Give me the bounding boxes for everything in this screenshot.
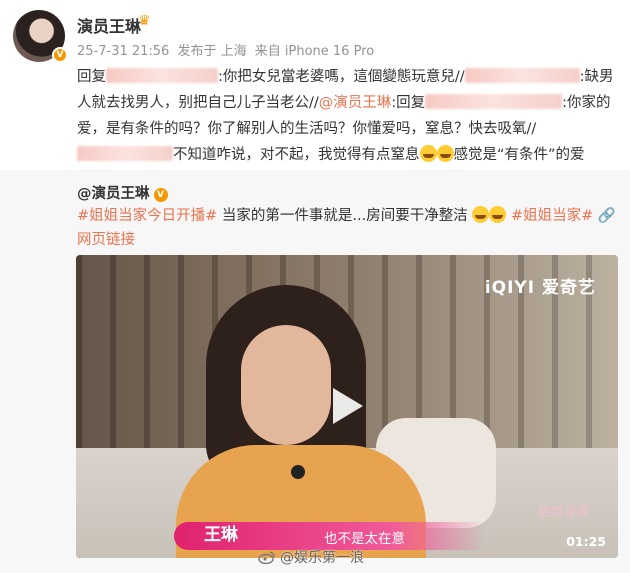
author-name[interactable]: 演员王琳 <box>77 13 141 37</box>
repost-text: #姐姐当家今日开播# 当家的第一件事就是...房间要干净整洁 #姐姐当家# 🔗网… <box>77 204 622 252</box>
video-mic <box>291 465 305 479</box>
post-text-6: 感觉是“有条件”的爱 <box>453 147 585 163</box>
post-date[interactable]: 25-7-31 21:56 <box>77 44 169 59</box>
link-icon: 🔗 <box>597 208 616 224</box>
laugh-cry-emoji-icon <box>419 145 437 162</box>
repost-author[interactable]: @演员王琳 V <box>77 182 168 203</box>
verified-badge-icon: V <box>52 47 68 63</box>
post-body: 回复:你把女兒當老婆嗎，這個變態玩意兒//:缺男人就去找男人，别把自己儿子当老公… <box>77 64 617 168</box>
post-meta: 25-7-31 21:56 发布于 上海 来自 iPhone 16 Pro <box>77 40 378 59</box>
redacted-mention <box>425 94 563 109</box>
verified-icon: V <box>153 188 168 202</box>
video-person-face <box>241 325 331 445</box>
weibo-icon <box>258 551 275 564</box>
post-device: 来自 iPhone 16 Pro <box>254 44 375 59</box>
redacted-mention <box>464 68 580 83</box>
laugh-cry-emoji-icon <box>472 206 490 223</box>
show-logo: 姐姐当家 <box>535 505 588 520</box>
post-location: 发布于 上海 <box>177 44 247 59</box>
caption-name: 王琳 <box>204 525 238 545</box>
post-text-3: :回复 <box>391 95 426 111</box>
play-icon[interactable] <box>329 386 365 426</box>
video-duration: 01:25 <box>566 534 606 549</box>
laugh-cry-emoji-icon <box>436 145 454 162</box>
mention-link[interactable]: @演员王琳 <box>319 95 392 111</box>
crown-icon: ♛ <box>138 13 151 29</box>
repost-body: 当家的第一件事就是...房间要干净整洁 <box>217 208 468 224</box>
topic-link[interactable]: #姐姐当家今日开播# <box>77 208 217 224</box>
video-player[interactable]: iQIYI 爱奇艺 王琳 也不是太在意 姐姐当家 01:25 <box>76 255 618 558</box>
post-text-1: :你把女兒當老婆嗎，這個變態玩意兒// <box>218 69 465 85</box>
iqiyi-logo: iQIYI 爱奇艺 <box>484 278 596 298</box>
redacted-mention <box>106 68 218 83</box>
repost-card[interactable]: @演员王琳 V #姐姐当家今日开播# 当家的第一件事就是...房间要干净整洁 #姐… <box>0 170 630 573</box>
redacted-mention <box>77 146 173 161</box>
caption-line: 也不是太在意 <box>324 531 405 547</box>
post-text-5: 不知道咋说，对不起，我觉得有点窒息 <box>173 147 420 163</box>
topic-link[interactable]: #姐姐当家# <box>511 208 593 224</box>
laugh-cry-emoji-icon <box>489 206 507 223</box>
reply-label: 回复 <box>77 69 106 85</box>
watermark: @娱乐第一浪 <box>258 547 364 567</box>
